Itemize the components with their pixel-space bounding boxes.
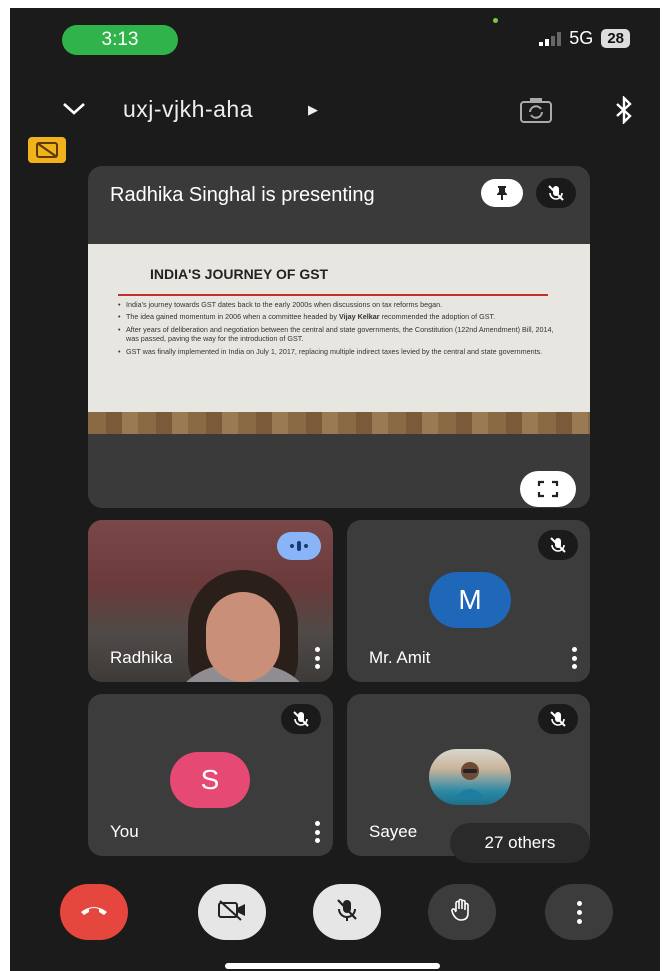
participant-tile-you[interactable]: S You [88,694,333,856]
mic-off-icon [281,704,321,734]
bluetooth-icon[interactable] [613,95,635,129]
slide-title: INDIA'S JOURNEY OF GST [150,266,329,282]
mic-off-icon [538,530,578,560]
speaking-indicator-icon [277,532,321,560]
camera-switch-icon[interactable] [518,96,554,129]
more-vert-icon[interactable] [572,647,578,669]
more-vert-icon [576,900,582,924]
participant-tile-radhika[interactable]: Radhika [88,520,333,682]
mic-off-icon [538,704,578,734]
home-indicator[interactable] [225,963,440,969]
slide-bullet: GST was finally implemented in India on … [118,347,558,357]
bullet-text: recommended the adoption of GST. [379,312,496,322]
phone-screen: 3:13 5G 28 uxj-vjkh-aha ▶ Radhika Singha… [10,8,660,971]
status-bar-right: 5G 28 [539,28,630,49]
chevron-down-icon[interactable] [60,98,88,123]
participant-name: Sayee [369,822,418,841]
hand-raise-icon [449,897,475,928]
more-options-button[interactable] [545,884,613,940]
mic-off-icon [335,897,359,928]
bullet-bold: Vijay Kelkar [338,312,380,322]
fullscreen-icon[interactable] [520,471,576,507]
end-call-icon [79,903,109,922]
participant-name: Radhika [110,648,173,667]
avatar: M [429,572,511,628]
participant-name: You [110,822,139,841]
slide-bullet: After years of deliberation and negotiat… [118,325,558,344]
raise-hand-button[interactable] [428,884,496,940]
signal-icon [539,31,562,46]
play-triangle-icon[interactable]: ▶ [308,102,318,118]
more-vert-icon[interactable] [315,647,321,669]
bullet-text: The idea gained momentum in 2006 when a … [126,312,339,322]
more-vert-icon[interactable] [315,821,321,843]
mic-toggle-button[interactable] [313,884,381,940]
slide-bullet: India's journey towards GST dates back t… [118,300,558,310]
meeting-header: uxj-vjkh-aha ▶ [10,86,660,134]
avatar [429,749,511,805]
others-count-pill[interactable]: 27 others [450,823,590,863]
camera-toggle-button[interactable] [198,884,266,940]
video-off-icon [217,899,247,926]
slide-bullet: The idea gained momentum in 2006 when a … [118,312,558,322]
presenter-label: Radhika Singhal is presenting [110,184,375,206]
shared-slide: INDIA'S JOURNEY OF GST India's journey t… [88,244,590,434]
participant-name: Mr. Amit [369,648,431,667]
pin-icon[interactable] [481,179,523,207]
participant-tile-amit[interactable]: M Mr. Amit [347,520,590,682]
camera-indicator-dot [493,18,498,23]
slide-divider [118,294,548,296]
presentation-tile[interactable]: Radhika Singhal is presenting INDIA'S JO… [88,166,590,508]
captions-off-icon[interactable] [28,137,66,163]
meeting-code[interactable]: uxj-vjkh-aha [123,96,253,123]
slide-bullets: India's journey towards GST dates back t… [118,300,558,359]
mic-off-icon [536,178,576,208]
battery-icon: 28 [601,29,630,48]
status-time: 3:13 [62,25,178,55]
end-call-button[interactable] [60,884,128,940]
avatar: S [170,752,250,808]
network-label: 5G [569,28,594,48]
video-person-face [206,592,280,682]
slide-floor-image [88,412,590,434]
